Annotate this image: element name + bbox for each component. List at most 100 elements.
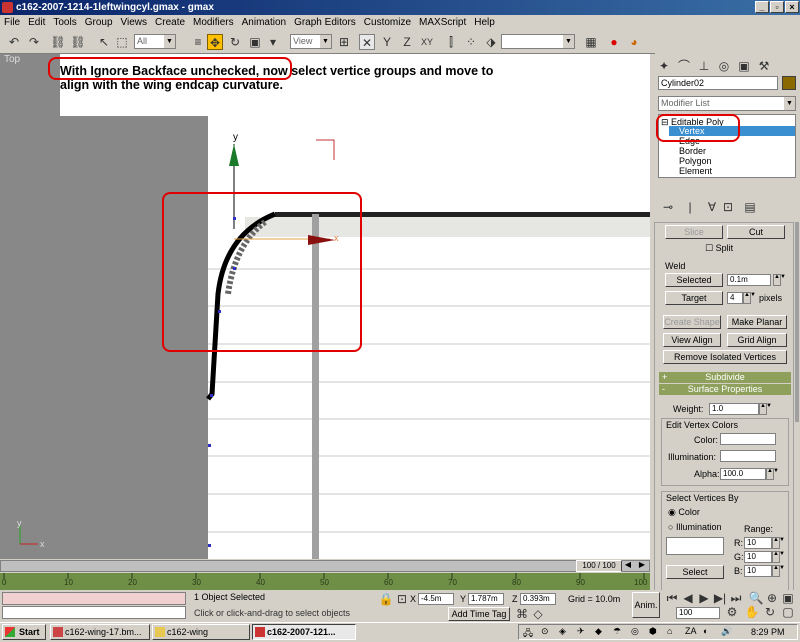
split-checkbox[interactable]: ☐ Split xyxy=(705,243,733,254)
viewport-label[interactable]: Top xyxy=(4,54,20,65)
z-coordinate-field[interactable]: 0.393m xyxy=(520,593,556,605)
weight-field[interactable]: 1.0 xyxy=(709,403,759,415)
tray-language-icon[interactable]: ZA xyxy=(685,626,697,636)
panel-scrollbar[interactable] xyxy=(795,222,799,422)
alpha-spinner[interactable]: ▲▼ xyxy=(766,468,779,480)
menu-file[interactable]: File xyxy=(0,17,24,28)
menu-help[interactable]: Help xyxy=(470,17,499,28)
menu-views[interactable]: Views xyxy=(117,17,152,28)
alpha-field[interactable]: 100.0 xyxy=(720,468,766,480)
maxscript-listener-white[interactable] xyxy=(2,606,186,619)
start-button[interactable]: Start xyxy=(2,624,46,640)
select-object-icon[interactable]: ↖ xyxy=(96,34,112,50)
selection-filter-dropdown[interactable]: All ▼ xyxy=(134,34,176,49)
weight-spinner[interactable]: ▲▼ xyxy=(759,403,772,415)
hierarchy-tab-icon[interactable]: ⊥ xyxy=(696,58,712,74)
display-tab-icon[interactable]: ▣ xyxy=(736,58,752,74)
illumination-swatch[interactable] xyxy=(720,450,776,462)
target-pixels-field[interactable]: 4 xyxy=(727,292,743,304)
array-icon[interactable]: ⁘ xyxy=(463,34,479,50)
time-slider-thumb[interactable]: 100 / 100 xyxy=(576,560,622,572)
prev-frame-icon[interactable]: ◀ xyxy=(622,560,634,572)
motion-tab-icon[interactable]: ◎ xyxy=(716,58,732,74)
tray-app-icon[interactable]: ◎ xyxy=(631,626,639,637)
slice-button[interactable]: Slice xyxy=(665,225,723,239)
time-slider[interactable]: 100 / 100 ◀ ▶ xyxy=(0,559,650,573)
surface-properties-rollout-header[interactable]: - Surface Properties xyxy=(659,384,791,395)
view-align-button[interactable]: View Align xyxy=(663,333,721,347)
undo-icon[interactable]: ↶ xyxy=(6,34,22,50)
weld-selected-button[interactable]: Selected xyxy=(665,273,723,287)
select-vertices-button[interactable]: Select xyxy=(666,565,724,579)
tray-app-icon[interactable]: ◐ xyxy=(703,626,708,636)
quick-render-icon[interactable]: ◕ xyxy=(626,34,642,50)
maximize-button[interactable]: ▫ xyxy=(770,1,784,13)
absolute-mode-icon[interactable]: ⊡ xyxy=(394,591,410,607)
task-c162-wing-17[interactable]: c162-wing-17.bm... xyxy=(50,624,150,640)
create-shape-button[interactable]: Create Shape xyxy=(663,315,721,329)
add-time-tag-button[interactable]: Add Time Tag xyxy=(448,607,510,621)
maxscript-listener-pink[interactable] xyxy=(2,592,186,605)
create-tab-icon[interactable]: ✦ xyxy=(656,58,672,74)
stack-item-border[interactable]: Border xyxy=(679,146,706,156)
tray-volume-icon[interactable]: 🔊 xyxy=(721,626,732,637)
key-mode-icon[interactable]: ⌘ xyxy=(514,606,530,622)
range-g-spinner[interactable]: ▲▼ xyxy=(772,551,785,563)
weld-threshold-spinner[interactable]: ▲▼ xyxy=(773,274,786,286)
modify-tab-icon[interactable]: ⌒ xyxy=(676,58,692,74)
align-icon[interactable]: ⬗ xyxy=(483,34,499,50)
menu-tools[interactable]: Tools xyxy=(49,17,80,28)
configure-sets-icon[interactable]: ▤ xyxy=(742,199,758,215)
top-viewport[interactable]: y x y x With Ignore Backface unchecked, … xyxy=(0,54,650,559)
render-scene-icon[interactable]: ● xyxy=(606,34,622,50)
select-color-swatch[interactable] xyxy=(666,537,724,555)
tray-security-icon[interactable]: ⊙ xyxy=(541,626,549,637)
weld-threshold-field[interactable]: 0.1m xyxy=(727,274,771,286)
menu-graph-editors[interactable]: Graph Editors xyxy=(290,17,360,28)
next-frame-icon[interactable]: ▶ xyxy=(636,560,648,572)
range-r-field[interactable]: 10 xyxy=(744,537,772,549)
selection-lock-icon[interactable]: 🔒 xyxy=(378,591,394,607)
color-swatch[interactable] xyxy=(720,433,776,445)
cut-button[interactable]: Cut xyxy=(727,225,785,239)
scale-dropdown-icon[interactable]: ▾ xyxy=(265,34,281,50)
menu-modifiers[interactable]: Modifiers xyxy=(189,17,238,28)
object-name-field[interactable]: Cylinder02 xyxy=(658,76,778,90)
modifier-list-dropdown[interactable]: Modifier List ▼ xyxy=(658,96,796,111)
stack-item-element[interactable]: Element xyxy=(679,166,712,176)
pin-stack-icon[interactable]: ⊸ xyxy=(660,199,676,215)
restrict-y-icon[interactable]: Y xyxy=(379,34,395,50)
menu-animation[interactable]: Animation xyxy=(238,17,290,28)
restrict-z-icon[interactable]: Z xyxy=(399,34,415,50)
select-by-name-icon[interactable]: ≡ xyxy=(190,34,206,50)
redo-icon[interactable]: ↷ xyxy=(26,34,42,50)
time-config-icon[interactable]: ⚙ xyxy=(724,604,740,620)
select-and-move-icon[interactable]: ✥ xyxy=(207,34,223,50)
select-region-icon[interactable]: ⬚ xyxy=(114,34,130,50)
menu-edit[interactable]: Edit xyxy=(24,17,49,28)
track-bar[interactable]: 0 10 20 30 40 50 60 70 80 90 100 xyxy=(0,573,650,590)
tray-app-icon[interactable]: ✈ xyxy=(577,626,585,637)
pan-icon[interactable]: ✋ xyxy=(744,604,760,620)
range-r-spinner[interactable]: ▲▼ xyxy=(772,537,785,549)
play-icon[interactable]: ▶ xyxy=(696,590,712,606)
target-pixels-spinner[interactable]: ▲▼ xyxy=(743,292,756,304)
y-coordinate-field[interactable]: 1.787m xyxy=(468,593,504,605)
remove-isolated-vertices-button[interactable]: Remove Isolated Vertices xyxy=(663,350,787,364)
color-radio[interactable]: ◉ Color xyxy=(668,507,700,518)
x-coordinate-field[interactable]: -4.5m xyxy=(418,593,454,605)
maximize-viewport-icon[interactable]: ▢ xyxy=(780,604,796,620)
tray-app-icon[interactable]: ◆ xyxy=(595,626,602,637)
menu-customize[interactable]: Customize xyxy=(360,17,415,28)
show-end-result-icon[interactable]: | xyxy=(682,199,698,215)
menu-create[interactable]: Create xyxy=(151,17,189,28)
make-unique-icon[interactable]: ∀ xyxy=(704,199,720,215)
pivot-center-icon[interactable]: ⊞ xyxy=(336,34,352,50)
restrict-xy-icon[interactable]: XY xyxy=(419,34,435,50)
range-b-field[interactable]: 10 xyxy=(744,565,772,577)
menu-group[interactable]: Group xyxy=(81,17,117,28)
subdivide-rollout-header[interactable]: + Subdivide xyxy=(659,372,791,383)
utilities-tab-icon[interactable]: ⚒ xyxy=(756,58,772,74)
mirror-icon[interactable]: ⫿ xyxy=(443,34,459,50)
tray-app-icon[interactable]: ☂ xyxy=(613,626,621,637)
